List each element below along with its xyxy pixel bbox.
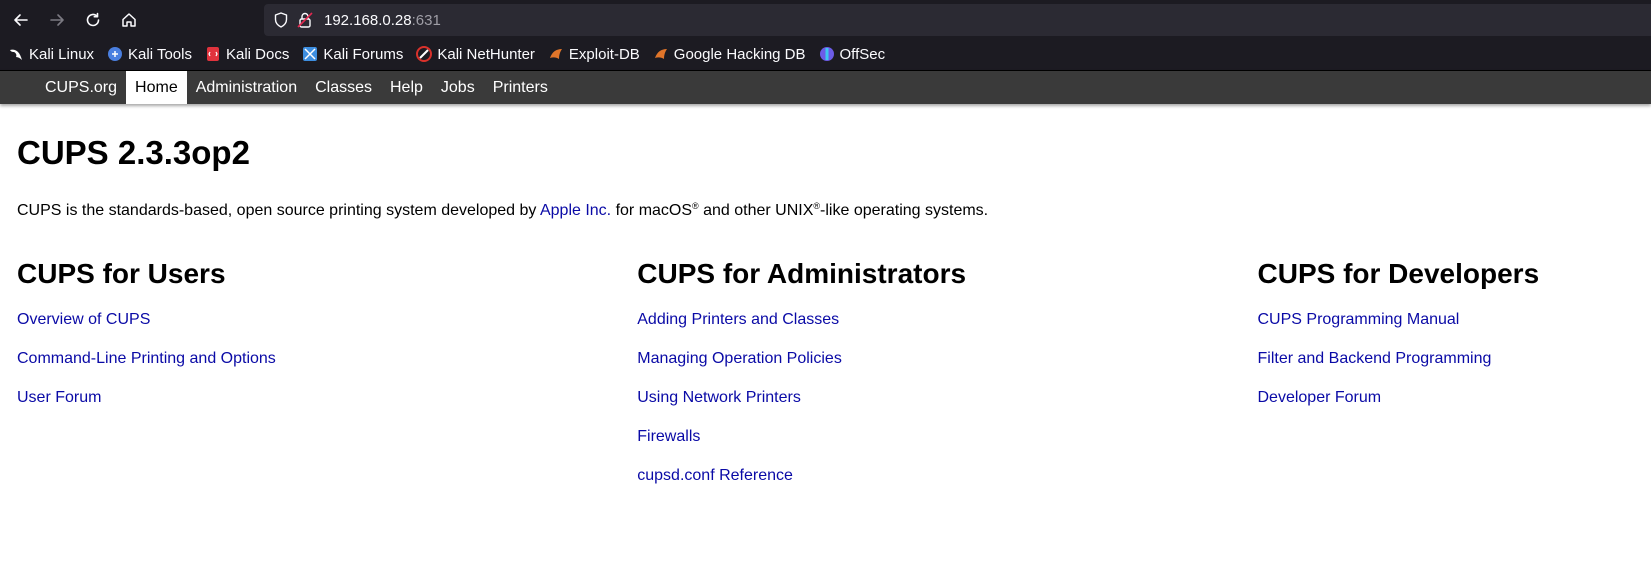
list-item: Managing Operation Policies [637, 349, 1257, 369]
bookmark-label: Kali Docs [225, 45, 290, 63]
list-item: CUPS Programming Manual [1258, 310, 1635, 330]
nav-tab-classes[interactable]: Classes [306, 71, 381, 104]
list-item: Command-Line Printing and Options [17, 349, 637, 369]
column-cups-for-developers: CUPS for Developers CUPS Programming Manu… [1258, 257, 1635, 505]
apple-inc-link[interactable]: Apple Inc. [540, 202, 611, 219]
intro-text-macos: for macOS [611, 202, 693, 219]
bookmark-kali-tools[interactable]: Kali Tools [107, 46, 192, 63]
intro-text-unix: and other UNIX [698, 202, 814, 219]
list-item: Developer Forum [1258, 388, 1635, 408]
doc-link[interactable]: Using Network Printers [637, 389, 801, 406]
kali-forums-icon [302, 46, 318, 62]
list-item: cupsd.conf Reference [637, 466, 1257, 486]
bookmark-label: Kali Linux [29, 45, 95, 63]
bookmark-label: Kali Tools [128, 45, 192, 63]
insecure-lock-icon[interactable] [296, 11, 314, 29]
doc-link[interactable]: CUPS Programming Manual [1258, 311, 1460, 328]
bookmark-google-hacking-db[interactable]: Google Hacking DB [653, 46, 806, 63]
column-cups-for-users: CUPS for Users Overview of CUPS Command-Li… [17, 257, 637, 505]
bookmark-exploit-db[interactable]: Exploit-DB [548, 46, 640, 63]
kali-tools-icon [107, 46, 123, 62]
bookmark-offsec[interactable]: OffSec [819, 45, 886, 63]
intro-text-start: CUPS is the standards-based, open source… [17, 202, 540, 219]
exploit-db-icon [548, 46, 564, 62]
reload-button[interactable] [76, 3, 110, 37]
list-item: Using Network Printers [637, 388, 1257, 408]
doc-link[interactable]: Managing Operation Policies [637, 350, 842, 367]
bookmark-label: Kali Forums [323, 45, 404, 63]
forward-button[interactable] [40, 3, 74, 37]
arrow-left-icon [14, 14, 28, 26]
bookmark-label: OffSec [839, 45, 886, 63]
bookmarks-bar: Kali Linux Kali Tools Kali Docs Kali Forums… [0, 38, 1651, 70]
nav-tab-administration[interactable]: Administration [187, 71, 306, 104]
reload-icon [86, 12, 100, 27]
link-list: Overview of CUPS Command-Line Printing an… [17, 310, 637, 408]
nav-tab-home[interactable]: Home [126, 71, 187, 104]
intro-text-end: -like operating systems. [820, 202, 989, 219]
home-icon [122, 13, 136, 27]
ghdb-icon [653, 46, 669, 62]
doc-link[interactable]: Firewalls [637, 428, 700, 445]
url-port: :631 [411, 11, 441, 29]
bookmark-kali-nethunter[interactable]: Kali NetHunter [416, 46, 535, 63]
list-item: User Forum [17, 388, 637, 408]
column-cups-for-administrators: CUPS for Administrators Adding Printers a… [637, 257, 1257, 505]
browser-chrome: 192.168.0.28:631 Kali Linux Kali Tools Kal… [0, 0, 1651, 70]
doc-link[interactable]: Command-Line Printing and Options [17, 350, 276, 367]
doc-link[interactable]: User Forum [17, 389, 101, 406]
nav-tab-cups-org[interactable]: CUPS.org [36, 71, 126, 104]
browser-toolbar: 192.168.0.28:631 [0, 0, 1651, 38]
cups-nav-bar: CUPS.org Home Administration Classes Help Job… [0, 70, 1651, 104]
column-heading: CUPS for Administrators [637, 258, 967, 289]
list-item: Firewalls [637, 427, 1257, 447]
bookmark-label: Kali NetHunter [437, 45, 535, 63]
doc-link[interactable]: Developer Forum [1258, 389, 1382, 406]
url-host: 192.168.0.28 [324, 11, 412, 29]
nav-tab-printers[interactable]: Printers [484, 71, 557, 104]
link-list: Adding Printers and Classes Managing Oper… [637, 310, 1257, 486]
bookmark-kali-linux[interactable]: Kali Linux [8, 46, 94, 63]
kali-docs-icon [205, 46, 221, 62]
bookmark-kali-docs[interactable]: Kali Docs [205, 46, 289, 63]
nav-tab-help[interactable]: Help [381, 71, 432, 104]
registered-mark: ® [692, 201, 699, 211]
back-button[interactable] [4, 3, 38, 37]
bookmark-label: Google Hacking DB [673, 45, 806, 63]
column-heading: CUPS for Users [17, 258, 226, 289]
list-item: Filter and Backend Programming [1258, 349, 1635, 369]
doc-link[interactable]: Adding Printers and Classes [637, 311, 839, 328]
page-content: CUPS 2.3.3op2 CUPS is the standards-base… [0, 134, 1651, 505]
doc-link[interactable]: cupsd.conf Reference [637, 467, 793, 484]
url-bar[interactable]: 192.168.0.28:631 [264, 4, 1651, 36]
arrow-right-icon [50, 14, 64, 26]
home-button[interactable] [112, 3, 146, 37]
link-list: CUPS Programming Manual Filter and Backen… [1258, 310, 1635, 408]
column-heading: CUPS for Developers [1257, 258, 1540, 289]
bookmark-kali-forums[interactable]: Kali Forums [302, 46, 403, 63]
doc-link[interactable]: Overview of CUPS [17, 311, 150, 328]
intro-text: CUPS is the standards-based, open source… [17, 196, 1634, 221]
list-item: Overview of CUPS [17, 310, 637, 330]
nethunter-icon [416, 46, 433, 62]
page-title: CUPS 2.3.3op2 [17, 134, 250, 171]
bookmark-label: Exploit-DB [568, 45, 640, 63]
offsec-icon [819, 46, 835, 62]
list-item: Adding Printers and Classes [637, 310, 1257, 330]
kali-dragon-icon [8, 46, 24, 62]
shield-icon[interactable] [272, 11, 290, 29]
nav-tab-jobs[interactable]: Jobs [432, 71, 484, 104]
columns: CUPS for Users Overview of CUPS Command-Li… [17, 257, 1634, 505]
doc-link[interactable]: Filter and Backend Programming [1258, 350, 1492, 367]
